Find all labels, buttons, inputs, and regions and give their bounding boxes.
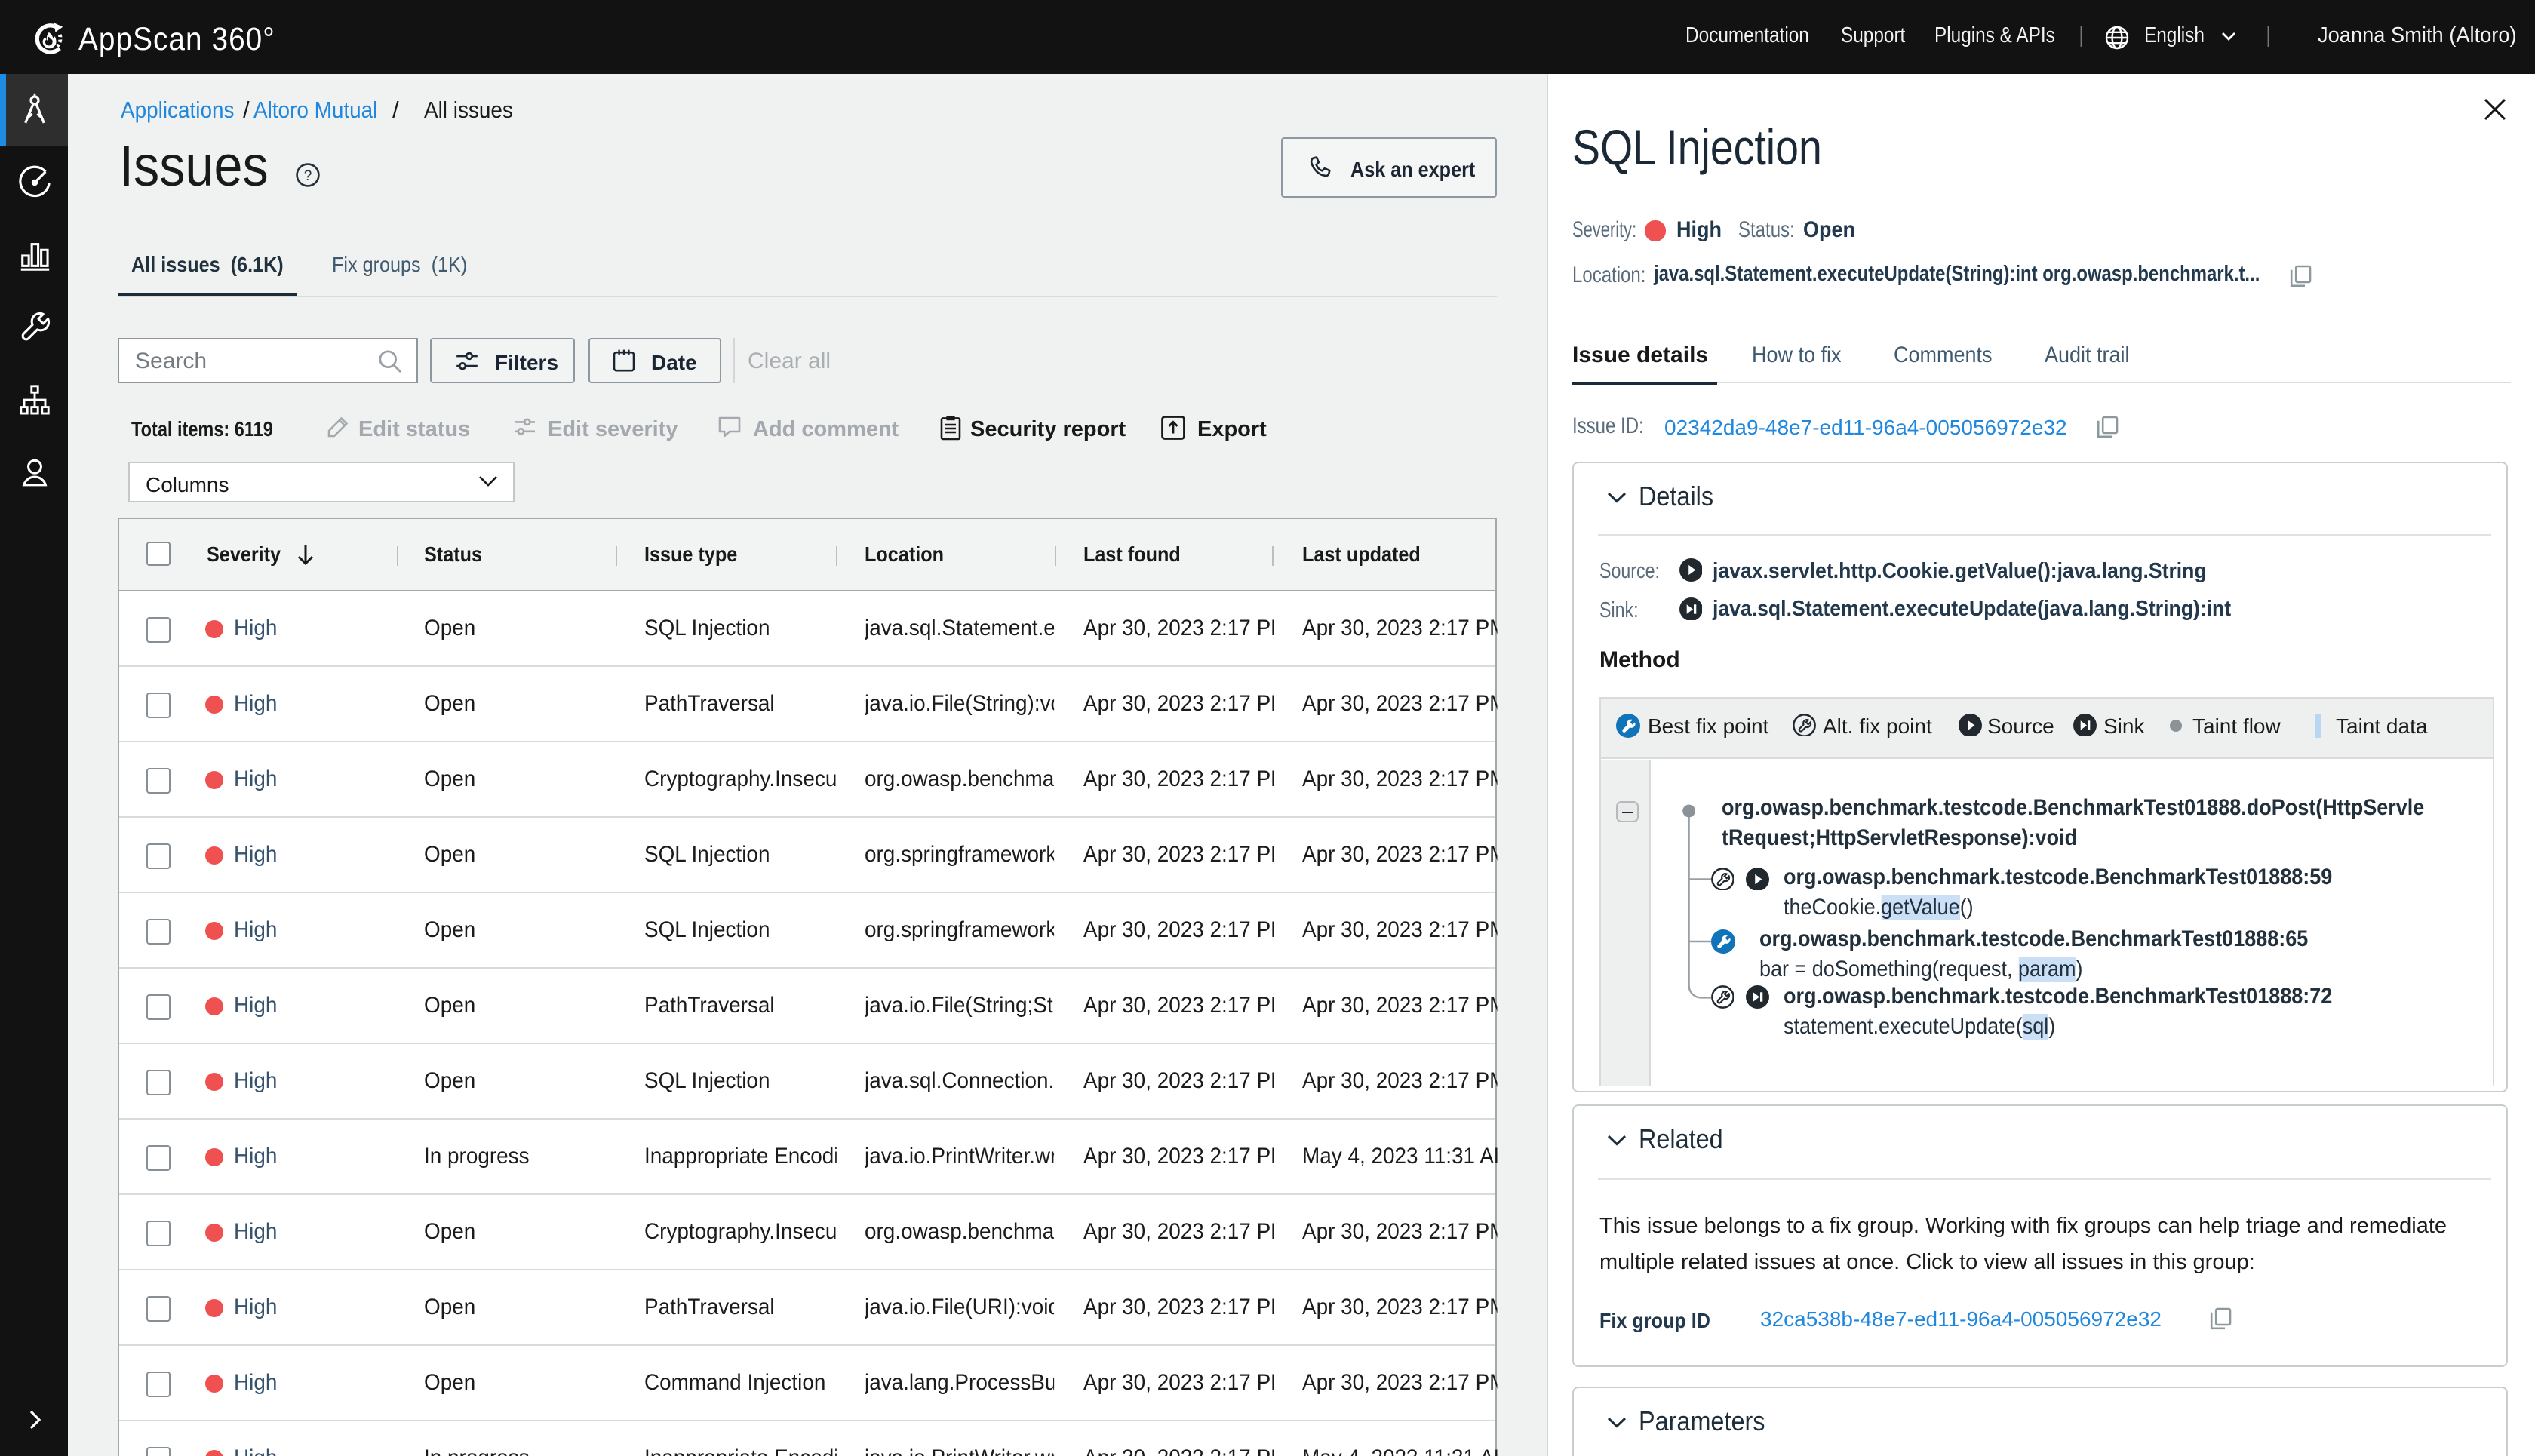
svg-text:?: ? (304, 168, 312, 184)
